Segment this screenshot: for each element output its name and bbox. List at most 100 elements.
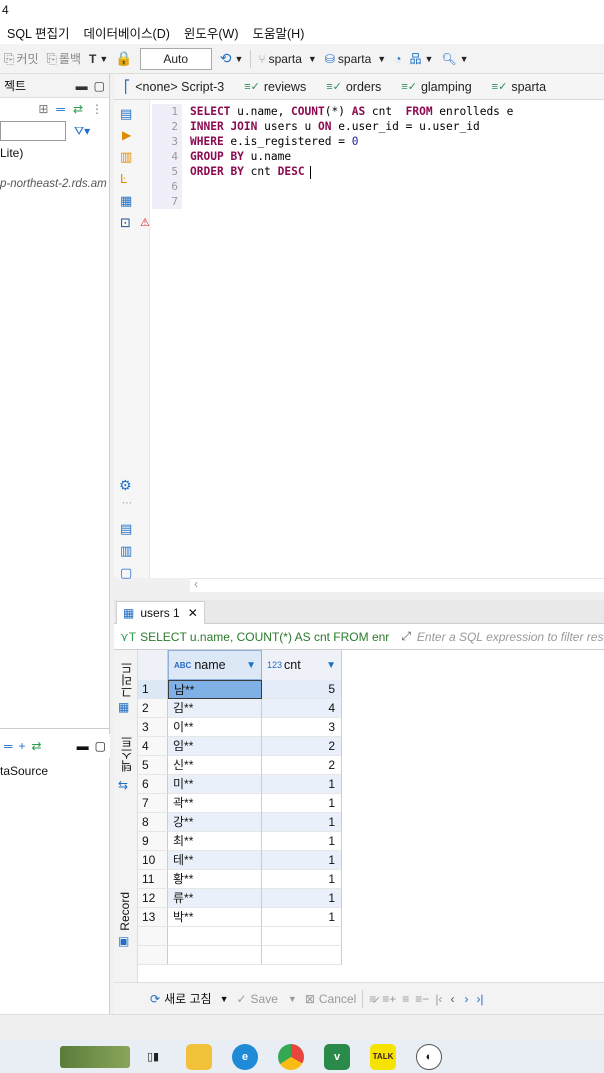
edit-row-icon[interactable]: ≡̷: [369, 992, 376, 1006]
connection-tools-button[interactable]: 品 ▼: [405, 48, 437, 70]
horizontal-scrollbar[interactable]: ‹: [190, 577, 604, 592]
tab-script-3[interactable]: ⎡ <none> Script-3: [114, 74, 234, 100]
more-icon[interactable]: ⋮: [91, 102, 103, 116]
navigator-filter-input[interactable]: [0, 121, 66, 141]
minimize-icon[interactable]: ▬: [77, 739, 89, 753]
table-row[interactable]: 8 강** 1: [138, 813, 604, 832]
tree-item[interactable]: p-northeast-2.rds.am: [0, 178, 109, 190]
history-button[interactable]: ⟲ ▼: [216, 48, 248, 70]
table-row[interactable]: 9 최** 1: [138, 832, 604, 851]
add-icon[interactable]: +: [19, 739, 26, 753]
results-grid[interactable]: ABC name ▼ 123 cnt ▼ 1 남** 5 2 김** 4 3 이** 3 4 임**…: [138, 650, 604, 982]
table-row[interactable]: 11 황** 1: [138, 870, 604, 889]
weather-widget-icon[interactable]: [60, 1045, 130, 1068]
cell-name[interactable]: 미**: [168, 775, 262, 794]
cell-name[interactable]: 강**: [168, 813, 262, 832]
tab-reviews[interactable]: ≡✓ reviews: [234, 74, 316, 100]
row-number[interactable]: 8: [138, 813, 168, 832]
row-number[interactable]: 10: [138, 851, 168, 870]
cell-name[interactable]: 김**: [168, 699, 262, 718]
table-row[interactable]: 7 곽** 1: [138, 794, 604, 813]
chrome-icon[interactable]: [278, 1043, 304, 1070]
save-script-icon[interactable]: ▥: [120, 543, 132, 559]
menu-sql-editor[interactable]: SQL 편집기: [0, 23, 77, 42]
refresh-button[interactable]: 새로 고침: [164, 990, 212, 1007]
add-row-icon[interactable]: ≡+: [382, 992, 396, 1006]
new-folder-icon[interactable]: ⊞: [38, 102, 48, 116]
cell-cnt[interactable]: 3: [262, 718, 342, 737]
minimize-icon[interactable]: ▬: [76, 79, 88, 93]
expand-icon[interactable]: ⤢: [401, 629, 411, 644]
cell-cnt[interactable]: 1: [262, 889, 342, 908]
close-icon[interactable]: ✕: [188, 606, 198, 620]
filter-input[interactable]: Enter a SQL expression to filter results: [417, 630, 604, 644]
kakaotalk-icon[interactable]: TALK: [370, 1043, 396, 1070]
execute-statement-icon[interactable]: ▤: [120, 106, 132, 122]
copy-row-icon[interactable]: ≡: [402, 992, 409, 1006]
rollback-button[interactable]: ⎘ 롤백: [43, 48, 86, 70]
table-row[interactable]: 13 박** 1: [138, 908, 604, 927]
cell-cnt[interactable]: 4: [262, 699, 342, 718]
collapse-icon[interactable]: ═: [56, 102, 65, 116]
dashboard-button[interactable]: ◔: [390, 48, 405, 70]
task-view-icon[interactable]: ▯▮: [140, 1044, 166, 1070]
link-icon[interactable]: ⇄: [73, 102, 83, 116]
row-number[interactable]: 9: [138, 832, 168, 851]
text-view-tab[interactable]: 텍스트: [118, 736, 135, 772]
cell-cnt[interactable]: 1: [262, 908, 342, 927]
cell-cnt[interactable]: 1: [262, 794, 342, 813]
tab-results[interactable]: ▦ users 1 ✕: [116, 601, 205, 624]
row-number[interactable]: 1: [138, 680, 168, 699]
next-page-icon[interactable]: ›: [464, 992, 468, 1006]
tab-glamping[interactable]: ≡✓ glamping: [391, 74, 481, 100]
row-number[interactable]: 13: [138, 908, 168, 927]
save-dropdown[interactable]: ▼: [288, 994, 297, 1004]
cell-name[interactable]: 류**: [168, 889, 262, 908]
refresh-dropdown[interactable]: ▼: [220, 994, 229, 1004]
load-plan-icon[interactable]: Ŀ: [120, 171, 127, 186]
cell-name[interactable]: 임**: [168, 737, 262, 756]
table-row[interactable]: 6 미** 1: [138, 775, 604, 794]
save-button[interactable]: Save: [251, 992, 278, 1006]
execute-script-icon[interactable]: ▶: [122, 128, 131, 142]
row-number[interactable]: 4: [138, 737, 168, 756]
sort-icon[interactable]: ▼: [326, 660, 336, 671]
maximize-icon[interactable]: ▢: [94, 79, 105, 93]
scroll-left-icon[interactable]: ‹: [194, 577, 198, 591]
explain-plan-icon[interactable]: ▥: [120, 149, 132, 165]
dbeaver-icon[interactable]: ◐: [416, 1043, 442, 1070]
row-number[interactable]: 11: [138, 870, 168, 889]
last-page-icon[interactable]: ›|: [476, 992, 483, 1006]
file-explorer-icon[interactable]: [186, 1043, 212, 1070]
row-number[interactable]: 5: [138, 756, 168, 775]
filter-icon[interactable]: ⛛▾: [74, 124, 90, 139]
cell-cnt[interactable]: 1: [262, 832, 342, 851]
vivaldi-icon[interactable]: v: [324, 1043, 350, 1070]
cell-name[interactable]: 테**: [168, 851, 262, 870]
save-icon[interactable]: ✓: [236, 992, 246, 1006]
tree-item[interactable]: Lite): [0, 146, 109, 160]
table-row[interactable]: 12 류** 1: [138, 889, 604, 908]
first-page-icon[interactable]: |‹: [435, 992, 442, 1006]
cancel-icon[interactable]: ⊠: [305, 992, 315, 1006]
link-icon[interactable]: ⇄: [32, 739, 42, 753]
lock-icon[interactable]: 🔒: [115, 50, 132, 67]
settings-icon[interactable]: ⚙: [119, 477, 132, 494]
search-button[interactable]: 🔍︎ ▼: [437, 48, 472, 70]
transaction-mode-button[interactable]: T ▼: [85, 48, 112, 70]
row-number[interactable]: 12: [138, 889, 168, 908]
cell-cnt[interactable]: 1: [262, 775, 342, 794]
collapse-icon[interactable]: ═: [4, 739, 13, 753]
table-row[interactable]: 5 신** 2: [138, 756, 604, 775]
menu-help[interactable]: 도움말(H): [246, 23, 312, 42]
record-icon[interactable]: ▣: [118, 934, 129, 948]
cell-name[interactable]: 최**: [168, 832, 262, 851]
tab-orders[interactable]: ≡✓ orders: [316, 74, 391, 100]
delete-row-icon[interactable]: ≡−: [415, 992, 429, 1006]
row-number[interactable]: 3: [138, 718, 168, 737]
format-icon[interactable]: ▦: [120, 193, 132, 209]
table-row[interactable]: 10 테** 1: [138, 851, 604, 870]
grid-icon[interactable]: ▦: [118, 700, 129, 714]
datasource-item[interactable]: taSource: [0, 764, 48, 778]
cell-name[interactable]: 신**: [168, 756, 262, 775]
